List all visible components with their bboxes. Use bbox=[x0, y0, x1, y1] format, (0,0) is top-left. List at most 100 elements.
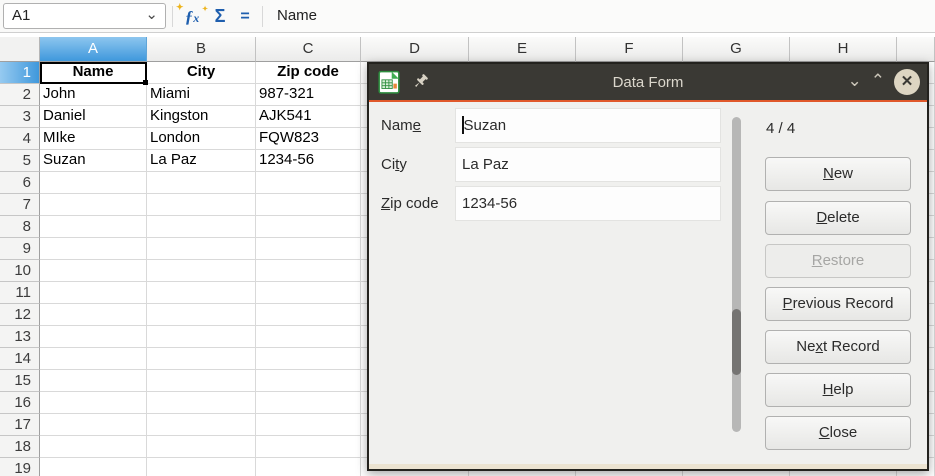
cell-B1[interactable]: City bbox=[147, 62, 256, 84]
cell-A16[interactable] bbox=[40, 392, 147, 414]
delete-button[interactable]: Delete bbox=[765, 201, 911, 235]
cell-C17[interactable] bbox=[256, 414, 361, 436]
row-header-3[interactable]: 3 bbox=[0, 106, 40, 128]
row-header-19[interactable]: 19 bbox=[0, 458, 40, 476]
cell-A1[interactable]: Name bbox=[40, 62, 147, 84]
cell-C2[interactable]: 987-321 bbox=[256, 84, 361, 106]
row-header-4[interactable]: 4 bbox=[0, 128, 40, 150]
cell-C16[interactable] bbox=[256, 392, 361, 414]
cell-B17[interactable] bbox=[147, 414, 256, 436]
row-header-18[interactable]: 18 bbox=[0, 436, 40, 458]
cell-A14[interactable] bbox=[40, 348, 147, 370]
cell-A17[interactable] bbox=[40, 414, 147, 436]
cell-B9[interactable] bbox=[147, 238, 256, 260]
cell-C3[interactable]: AJK541 bbox=[256, 106, 361, 128]
cell-C8[interactable] bbox=[256, 216, 361, 238]
dialog-titlebar[interactable]: Data Form ⌄ ⌃ ✕ bbox=[369, 64, 927, 100]
column-header-D[interactable]: D bbox=[361, 37, 469, 62]
cell-A13[interactable] bbox=[40, 326, 147, 348]
cell-B16[interactable] bbox=[147, 392, 256, 414]
formula-equals-icon[interactable]: = bbox=[234, 0, 256, 33]
cell-C15[interactable] bbox=[256, 370, 361, 392]
column-header-I[interactable] bbox=[897, 37, 935, 62]
cell-A3[interactable]: Daniel bbox=[40, 106, 147, 128]
cell-C7[interactable] bbox=[256, 194, 361, 216]
cell-B14[interactable] bbox=[147, 348, 256, 370]
formula-input-line[interactable]: Name bbox=[270, 0, 935, 32]
name-box[interactable]: A1 ⌄ bbox=[3, 3, 166, 29]
next-record-button[interactable]: Next Record bbox=[765, 330, 911, 364]
cell-A10[interactable] bbox=[40, 260, 147, 282]
close-button[interactable]: Close bbox=[765, 416, 911, 450]
column-header-B[interactable]: B bbox=[147, 37, 256, 62]
cell-A15[interactable] bbox=[40, 370, 147, 392]
cell-A2[interactable]: John bbox=[40, 84, 147, 106]
cell-C12[interactable] bbox=[256, 304, 361, 326]
row-header-15[interactable]: 15 bbox=[0, 370, 40, 392]
row-header-7[interactable]: 7 bbox=[0, 194, 40, 216]
column-header-A[interactable]: A bbox=[40, 37, 147, 62]
city-input[interactable]: La Paz bbox=[455, 147, 721, 182]
cell-C5[interactable]: 1234-56 bbox=[256, 150, 361, 172]
cell-A5[interactable]: Suzan bbox=[40, 150, 147, 172]
cell-B2[interactable]: Miami bbox=[147, 84, 256, 106]
cell-C14[interactable] bbox=[256, 348, 361, 370]
cell-B13[interactable] bbox=[147, 326, 256, 348]
cell-B8[interactable] bbox=[147, 216, 256, 238]
row-header-11[interactable]: 11 bbox=[0, 282, 40, 304]
select-function-sum-icon[interactable]: Σ bbox=[208, 0, 232, 33]
restore-button[interactable]: Restore bbox=[765, 244, 911, 278]
row-header-8[interactable]: 8 bbox=[0, 216, 40, 238]
cell-C11[interactable] bbox=[256, 282, 361, 304]
cell-A9[interactable] bbox=[40, 238, 147, 260]
cell-A8[interactable] bbox=[40, 216, 147, 238]
name-box-dropdown-icon[interactable]: ⌄ bbox=[145, 3, 158, 27]
cell-A19[interactable] bbox=[40, 458, 147, 476]
cell-A11[interactable] bbox=[40, 282, 147, 304]
form-scrollbar-thumb[interactable] bbox=[732, 309, 741, 375]
help-button[interactable]: Help bbox=[765, 373, 911, 407]
row-header-6[interactable]: 6 bbox=[0, 172, 40, 194]
row-header-14[interactable]: 14 bbox=[0, 348, 40, 370]
zip-code-input[interactable]: 1234-56 bbox=[455, 186, 721, 221]
cell-B3[interactable]: Kingston bbox=[147, 106, 256, 128]
cell-A18[interactable] bbox=[40, 436, 147, 458]
row-header-12[interactable]: 12 bbox=[0, 304, 40, 326]
cell-A4[interactable]: MIke bbox=[40, 128, 147, 150]
cell-B19[interactable] bbox=[147, 458, 256, 476]
form-scrollbar-track[interactable] bbox=[732, 117, 741, 432]
function-wizard-icon[interactable]: ✦✦ƒx bbox=[178, 0, 206, 33]
column-header-H[interactable]: H bbox=[790, 37, 897, 62]
row-header-17[interactable]: 17 bbox=[0, 414, 40, 436]
cell-B5[interactable]: La Paz bbox=[147, 150, 256, 172]
cell-B11[interactable] bbox=[147, 282, 256, 304]
pin-icon[interactable] bbox=[413, 73, 431, 91]
select-all-corner[interactable] bbox=[0, 37, 40, 62]
cell-B7[interactable] bbox=[147, 194, 256, 216]
cell-C19[interactable] bbox=[256, 458, 361, 476]
row-header-5[interactable]: 5 bbox=[0, 150, 40, 172]
new-button[interactable]: New bbox=[765, 157, 911, 191]
column-header-F[interactable]: F bbox=[576, 37, 683, 62]
row-header-2[interactable]: 2 bbox=[0, 84, 40, 106]
cell-C4[interactable]: FQW823 bbox=[256, 128, 361, 150]
row-header-13[interactable]: 13 bbox=[0, 326, 40, 348]
row-header-1[interactable]: 1 bbox=[0, 62, 40, 84]
cell-A12[interactable] bbox=[40, 304, 147, 326]
cell-B18[interactable] bbox=[147, 436, 256, 458]
cell-A7[interactable] bbox=[40, 194, 147, 216]
cell-C9[interactable] bbox=[256, 238, 361, 260]
column-header-G[interactable]: G bbox=[683, 37, 790, 62]
column-header-E[interactable]: E bbox=[469, 37, 576, 62]
previous-record-button[interactable]: Previous Record bbox=[765, 287, 911, 321]
row-header-16[interactable]: 16 bbox=[0, 392, 40, 414]
column-header-C[interactable]: C bbox=[256, 37, 361, 62]
roll-up-icon[interactable]: ⌃ bbox=[871, 72, 885, 89]
roll-down-icon[interactable]: ⌄ bbox=[848, 72, 862, 89]
cell-C18[interactable] bbox=[256, 436, 361, 458]
cell-C10[interactable] bbox=[256, 260, 361, 282]
row-header-9[interactable]: 9 bbox=[0, 238, 40, 260]
row-header-10[interactable]: 10 bbox=[0, 260, 40, 282]
cell-B4[interactable]: London bbox=[147, 128, 256, 150]
cell-B6[interactable] bbox=[147, 172, 256, 194]
